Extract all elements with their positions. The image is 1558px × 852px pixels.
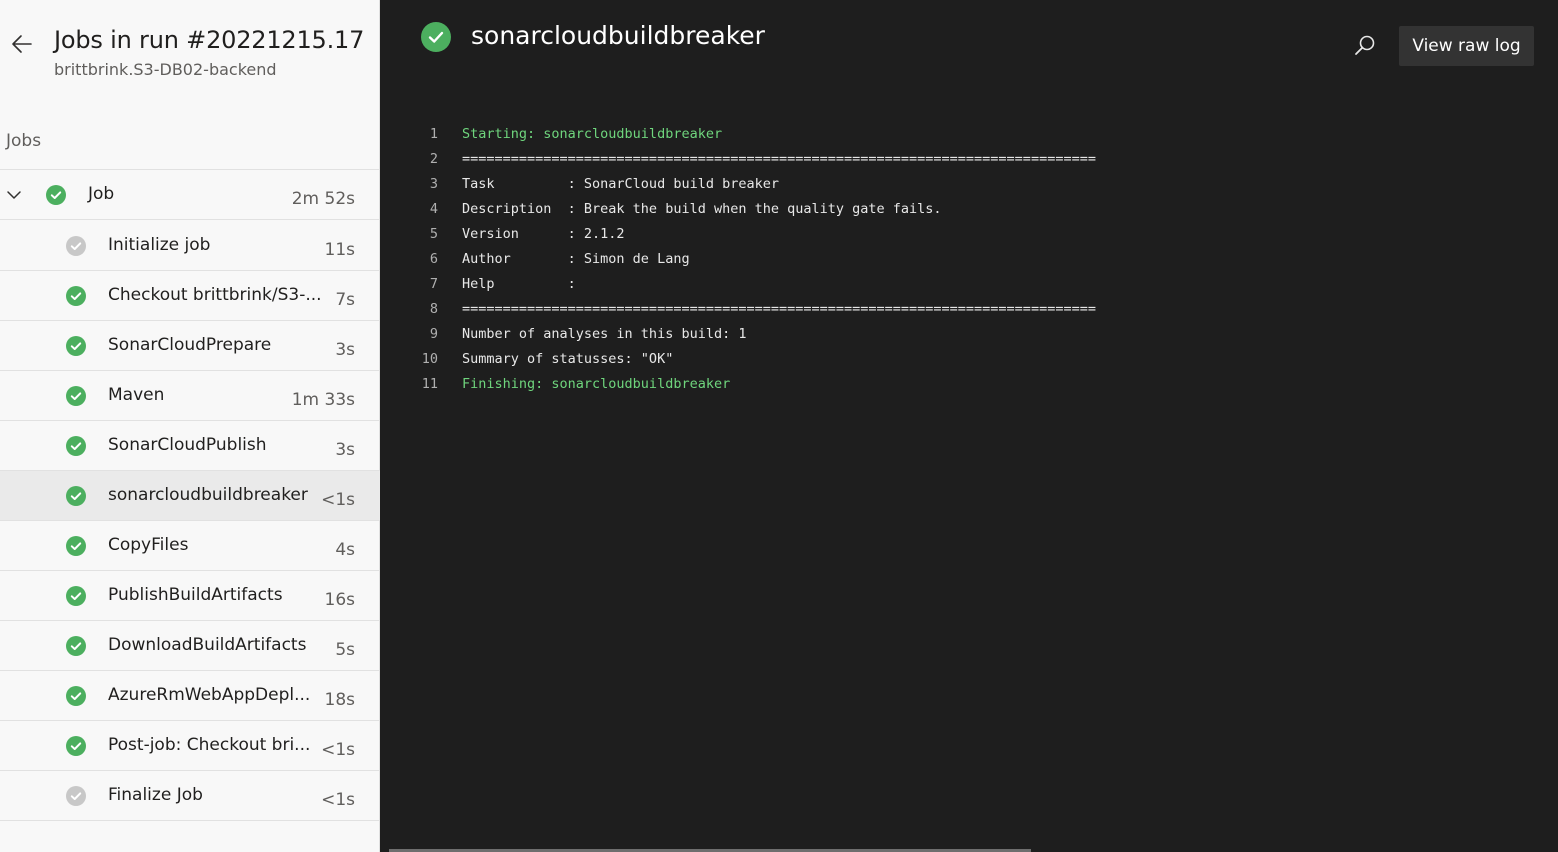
step-duration: 3s bbox=[335, 340, 355, 360]
search-icon bbox=[1355, 35, 1375, 55]
log-text: Starting: sonarcloudbuildbreaker bbox=[462, 125, 723, 142]
log-panel: sonarcloudbuildbreaker View raw log 1 Sta… bbox=[381, 0, 1558, 852]
step-row[interactable]: Maven 1m 33s bbox=[0, 371, 380, 421]
step-duration: 16s bbox=[324, 590, 356, 610]
step-label: AzureRmWebAppDepl... bbox=[108, 685, 311, 705]
log-line: 2 =======================================… bbox=[411, 146, 1096, 171]
step-row[interactable]: SonarCloudPublish 3s bbox=[0, 421, 380, 471]
arrow-left-icon bbox=[12, 35, 32, 53]
step-row[interactable]: Checkout brittbrink/S3-... 7s bbox=[0, 271, 380, 321]
step-label: Initialize job bbox=[108, 235, 211, 255]
log-text: Number of analyses in this build: 1 bbox=[462, 325, 747, 342]
check-circle-icon bbox=[66, 686, 86, 706]
log-title: sonarcloudbuildbreaker bbox=[471, 21, 765, 50]
step-row[interactable]: SonarCloudPrepare 3s bbox=[0, 321, 380, 371]
step-row[interactable]: Initialize job 11s bbox=[0, 221, 380, 271]
log-text: Version : 2.1.2 bbox=[462, 225, 625, 242]
step-label: Checkout brittbrink/S3-... bbox=[108, 285, 322, 305]
run-title: Jobs in run #20221215.17 bbox=[54, 26, 365, 54]
step-duration: <1s bbox=[321, 790, 355, 810]
step-label: Post-job: Checkout bri... bbox=[108, 735, 311, 755]
step-label: Maven bbox=[108, 385, 165, 405]
step-duration: 3s bbox=[335, 440, 355, 460]
step-duration: 11s bbox=[324, 240, 356, 260]
job-label: Job bbox=[88, 184, 115, 204]
step-label: DownloadBuildArtifacts bbox=[108, 635, 307, 655]
step-duration: 7s bbox=[335, 290, 355, 310]
log-text: Summary of statusses: "OK" bbox=[462, 350, 674, 367]
step-label: Finalize Job bbox=[108, 785, 203, 805]
step-label: sonarcloudbuildbreaker bbox=[108, 485, 308, 505]
log-text: Description : Break the build when the q… bbox=[462, 200, 942, 217]
check-circle-icon bbox=[66, 536, 86, 556]
success-icon bbox=[46, 185, 66, 205]
line-number: 11 bbox=[421, 375, 438, 392]
view-raw-log-button[interactable]: View raw log bbox=[1399, 26, 1534, 66]
log-line: 3 Task : SonarCloud build breaker bbox=[411, 171, 1096, 196]
step-label: SonarCloudPublish bbox=[108, 435, 267, 455]
log-line: 1 Starting: sonarcloudbuildbreaker bbox=[411, 121, 1096, 146]
log-line: 7 Help : bbox=[411, 271, 1096, 296]
check-circle-icon bbox=[66, 336, 86, 356]
check-circle-icon bbox=[66, 386, 86, 406]
check-circle-icon bbox=[66, 636, 86, 656]
line-number: 3 bbox=[429, 175, 438, 192]
check-circle-gray-icon bbox=[66, 236, 86, 256]
line-number: 2 bbox=[429, 150, 438, 167]
check-circle-icon bbox=[66, 486, 86, 506]
log-text: ========================================… bbox=[462, 150, 1096, 167]
step-row[interactable]: DownloadBuildArtifacts 5s bbox=[0, 621, 380, 671]
line-number: 7 bbox=[429, 275, 438, 292]
check-circle-icon bbox=[66, 736, 86, 756]
step-row[interactable]: sonarcloudbuildbreaker <1s bbox=[0, 471, 380, 521]
check-circle-icon bbox=[66, 586, 86, 606]
step-row[interactable]: CopyFiles 4s bbox=[0, 521, 380, 571]
log-line: 11 Finishing: sonarcloudbuildbreaker bbox=[411, 371, 1096, 396]
log-line: 5 Version : 2.1.2 bbox=[411, 221, 1096, 246]
log-output: 1 Starting: sonarcloudbuildbreaker 2 ======… bbox=[411, 121, 1096, 396]
line-number: 8 bbox=[429, 300, 438, 317]
step-row[interactable]: AzureRmWebAppDepl... 18s bbox=[0, 671, 380, 721]
step-label: CopyFiles bbox=[108, 535, 189, 555]
pipeline-name: brittbrink.S3-DB02-backend bbox=[54, 60, 277, 79]
line-number: 4 bbox=[429, 200, 438, 217]
jobs-section-label: Jobs bbox=[6, 131, 42, 151]
jobs-sidebar: Jobs in run #20221215.17 brittbrink.S3-D… bbox=[0, 0, 380, 852]
step-duration: 1m 33s bbox=[291, 390, 355, 410]
log-text: ========================================… bbox=[462, 300, 1096, 317]
success-icon bbox=[421, 22, 451, 52]
log-line: 8 =======================================… bbox=[411, 296, 1096, 321]
back-button[interactable] bbox=[8, 30, 36, 58]
line-number: 9 bbox=[429, 325, 438, 342]
line-number: 6 bbox=[429, 250, 438, 267]
line-number: 1 bbox=[429, 125, 438, 142]
step-label: PublishBuildArtifacts bbox=[108, 585, 283, 605]
step-duration: 5s bbox=[335, 640, 355, 660]
log-line: 10 Summary of statusses: "OK" bbox=[411, 346, 1096, 371]
log-line: 6 Author : Simon de Lang bbox=[411, 246, 1096, 271]
check-circle-icon bbox=[66, 436, 86, 456]
log-line: 4 Description : Break the build when the … bbox=[411, 196, 1096, 221]
search-button[interactable] bbox=[1353, 34, 1377, 58]
check-circle-icon bbox=[66, 286, 86, 306]
log-line: 9 Number of analyses in this build: 1 bbox=[411, 321, 1096, 346]
line-number: 10 bbox=[421, 350, 438, 367]
step-duration: 4s bbox=[335, 540, 355, 560]
job-duration: 2m 52s bbox=[291, 189, 355, 209]
log-text: Task : SonarCloud build breaker bbox=[462, 175, 779, 192]
job-row[interactable]: Job 2m 52s bbox=[0, 170, 380, 220]
step-row[interactable]: PublishBuildArtifacts 16s bbox=[0, 571, 380, 621]
check-circle-gray-icon bbox=[66, 786, 86, 806]
step-label: SonarCloudPrepare bbox=[108, 335, 272, 355]
log-text: Finishing: sonarcloudbuildbreaker bbox=[462, 375, 731, 392]
chevron-down-icon[interactable] bbox=[5, 186, 23, 204]
step-row[interactable]: Finalize Job <1s bbox=[0, 771, 380, 821]
line-number: 5 bbox=[429, 225, 438, 242]
log-text: Author : Simon de Lang bbox=[462, 250, 690, 267]
step-row[interactable]: Post-job: Checkout bri... <1s bbox=[0, 721, 380, 771]
step-duration: <1s bbox=[321, 740, 355, 760]
log-text: Help : bbox=[462, 275, 576, 292]
step-duration: 18s bbox=[324, 690, 356, 710]
step-duration: <1s bbox=[321, 490, 355, 510]
